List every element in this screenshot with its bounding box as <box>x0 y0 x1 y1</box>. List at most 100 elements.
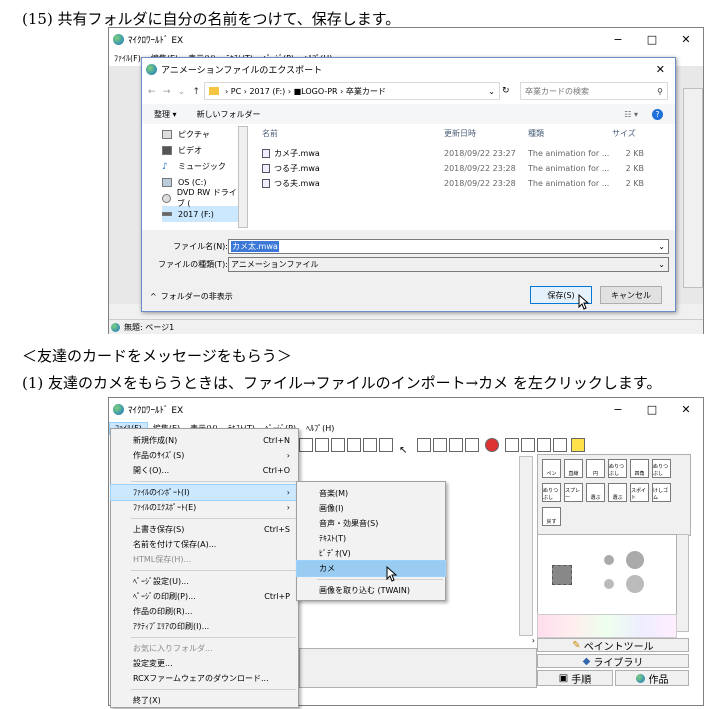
toolbar-icon[interactable] <box>315 438 329 452</box>
pen-tool[interactable]: ペン <box>542 459 561 478</box>
dropdown-chevron-icon[interactable]: ⌄ <box>488 87 495 96</box>
breadcrumb-pc[interactable]: PC <box>231 87 241 96</box>
toolbar-icon[interactable] <box>347 438 361 452</box>
hide-folders-toggle[interactable]: ^ フォルダーの非表示 <box>150 291 233 302</box>
toolbar-icon[interactable] <box>331 438 345 452</box>
select-rect-tool[interactable]: 選ぶ <box>586 483 605 502</box>
file-row[interactable]: つる夫.mwa 2018/09/22 23:28 The animation f… <box>262 176 672 191</box>
tree-item-pictures[interactable]: ピクチャ <box>162 126 240 142</box>
brush-large[interactable] <box>626 551 644 569</box>
toolbar-icon[interactable] <box>465 438 479 452</box>
menu-item-size[interactable]: 作品のｻｲｽﾞ(S) › <box>111 448 298 463</box>
circle-tool[interactable]: 円 <box>586 459 605 478</box>
brush-scrollbar[interactable] <box>675 534 689 632</box>
filename-chevron-icon[interactable]: ⌄ <box>658 242 665 251</box>
rectangle-tool[interactable]: 四角 <box>630 459 649 478</box>
toolbar-icon[interactable] <box>299 438 313 452</box>
minimize-button[interactable]: − <box>601 403 635 416</box>
menu-item-print-page[interactable]: ﾍﾟｰｼﾞの印刷(P)... Ctrl+P <box>111 589 298 604</box>
breadcrumb-graduation[interactable]: 卒業カード <box>346 86 386 97</box>
file-row[interactable]: カメ子.mwa 2018/09/22 23:27 The animation f… <box>262 146 672 161</box>
canvas-scrollbar[interactable] <box>519 456 533 636</box>
recent-chevron-icon[interactable]: ⌄ <box>178 87 186 97</box>
eraser-tool[interactable]: けしゴム <box>652 483 671 502</box>
tab-library[interactable]: ◆ ライブラリ <box>537 654 689 669</box>
back-arrow-icon[interactable]: ← <box>148 87 156 97</box>
filetype-select[interactable]: アニメーションファイル ⌄ <box>228 257 669 272</box>
filled-circle-tool[interactable]: ぬりつぶし <box>608 459 627 478</box>
search-input[interactable]: 卒業カードの検索 ⚲ <box>520 82 668 100</box>
view-options-icon[interactable]: ☷ ▾ <box>624 110 638 119</box>
col-name[interactable]: 名前 <box>262 128 444 139</box>
tree-scrollbar[interactable] <box>238 126 248 228</box>
brush-selected[interactable] <box>552 565 572 585</box>
toolbar-icon[interactable] <box>379 438 393 452</box>
minimize-button[interactable]: − <box>601 33 635 46</box>
brush-medium[interactable] <box>604 579 614 589</box>
filename-input[interactable]: カメ太.mwa ⌄ <box>228 239 669 254</box>
line-tool[interactable]: 直線 <box>564 459 583 478</box>
toolbar-icon[interactable] <box>505 438 519 452</box>
menu-item-open[interactable]: 開く(O)... Ctrl+O <box>111 463 298 478</box>
canvas-scroll-right-icon[interactable]: › <box>299 636 535 645</box>
menu-item-export[interactable]: ﾌｧｲﾙのｴｸｽﾎﾟｰﾄ(E) › <box>111 500 298 515</box>
color-palette[interactable] <box>537 614 677 638</box>
toolbar-icon[interactable] <box>433 438 447 452</box>
filetype-chevron-icon[interactable]: ⌄ <box>658 260 665 269</box>
menu-item-rcx-download[interactable]: RCXファームウェアのダウンロード... <box>111 671 298 686</box>
fill-tool[interactable]: ぬりつぶし <box>542 483 561 502</box>
tree-item-videos[interactable]: ビデオ <box>162 142 240 158</box>
brush-large[interactable] <box>626 575 644 593</box>
vertical-scrollbar[interactable] <box>683 88 703 288</box>
submenu-item-music[interactable]: 音楽(M) <box>297 486 445 501</box>
dialog-close-icon[interactable]: ✕ <box>656 63 665 76</box>
brush-medium[interactable] <box>604 555 614 565</box>
filled-rectangle-tool[interactable]: ぬりつぶし <box>652 459 671 478</box>
eyedropper-tool[interactable]: スポイト <box>630 483 649 502</box>
help-icon[interactable] <box>571 438 585 452</box>
col-size[interactable]: サイズ <box>612 128 652 139</box>
help-icon[interactable]: ? <box>652 108 663 120</box>
menu-item-save-as[interactable]: 名前を付けて保存(A)... <box>111 537 298 552</box>
tab-works[interactable]: 作品 <box>615 670 689 686</box>
cancel-button[interactable]: キャンセル <box>600 286 662 304</box>
menu-item-print-work[interactable]: 作品の印刷(R)... <box>111 604 298 619</box>
menu-item-exit[interactable]: 終了(X) <box>111 693 298 708</box>
submenu-item-video[interactable]: ﾋﾞﾃﾞｵ(V) <box>297 546 445 561</box>
refresh-icon[interactable]: ↻ <box>502 82 516 100</box>
maximize-button[interactable]: □ <box>635 403 669 416</box>
toolbar-icon[interactable] <box>537 438 551 452</box>
toolbar-icon[interactable] <box>521 438 535 452</box>
up-arrow-icon[interactable]: ↑ <box>192 87 200 97</box>
submenu-item-twain[interactable]: 画像を取り込む (TWAIN) <box>297 583 445 598</box>
submenu-item-text[interactable]: ﾃｷｽﾄ(T) <box>297 531 445 546</box>
organize-button[interactable]: 整理 ▾ <box>154 109 177 120</box>
tab-steps[interactable]: ▣ 手順 <box>537 670 613 686</box>
menu-item-settings[interactable]: 設定変更... <box>111 656 298 671</box>
menu-item-import[interactable]: ﾌｧｲﾙのｲﾝﾎﾟｰﾄ(I) › <box>110 484 299 501</box>
new-folder-button[interactable]: 新しいフォルダー <box>197 109 261 120</box>
pointer-icon[interactable]: ↖ <box>399 438 413 456</box>
submenu-item-turtle[interactable]: カメ <box>296 560 446 577</box>
spray-tool[interactable]: スプレー <box>564 483 583 502</box>
toolbar-icon[interactable] <box>363 438 377 452</box>
tab-paint-tools[interactable]: ✎ ペイントツール <box>537 638 689 653</box>
menu-item-new[interactable]: 新規作成(N) Ctrl+N <box>111 433 298 448</box>
menu-item-save[interactable]: 上書き保存(S) Ctrl+S <box>111 522 298 537</box>
file-row[interactable]: つる子.mwa 2018/09/22 23:28 The animation f… <box>262 161 672 176</box>
col-date[interactable]: 更新日時 <box>444 128 528 139</box>
submenu-item-sound[interactable]: 音声・効果音(S) <box>297 516 445 531</box>
toolbar-icon[interactable] <box>417 438 431 452</box>
breadcrumb-drive[interactable]: 2017 (F:) <box>249 87 285 96</box>
undo-tool[interactable]: 戻す <box>542 507 561 526</box>
stop-icon[interactable] <box>485 438 499 452</box>
address-bar[interactable]: › PC › 2017 (F:) › ■LOGO-PR › 卒業カード ⌄ <box>204 82 500 100</box>
close-button[interactable]: ✕ <box>669 403 703 416</box>
menu-item-print-active[interactable]: ｱｸﾃｨﾌﾞｴﾘｱの印刷(I)... <box>111 619 298 634</box>
menu-item-page-setup[interactable]: ﾍﾟｰｼﾞ設定(U)... <box>111 574 298 589</box>
close-button[interactable]: ✕ <box>669 33 703 46</box>
select-lasso-tool[interactable]: 選ぶ <box>608 483 627 502</box>
col-type[interactable]: 種類 <box>528 128 612 139</box>
menu-help[interactable]: ﾍﾙﾌﾟ(H) <box>301 423 339 434</box>
toolbar-icon[interactable] <box>553 438 567 452</box>
